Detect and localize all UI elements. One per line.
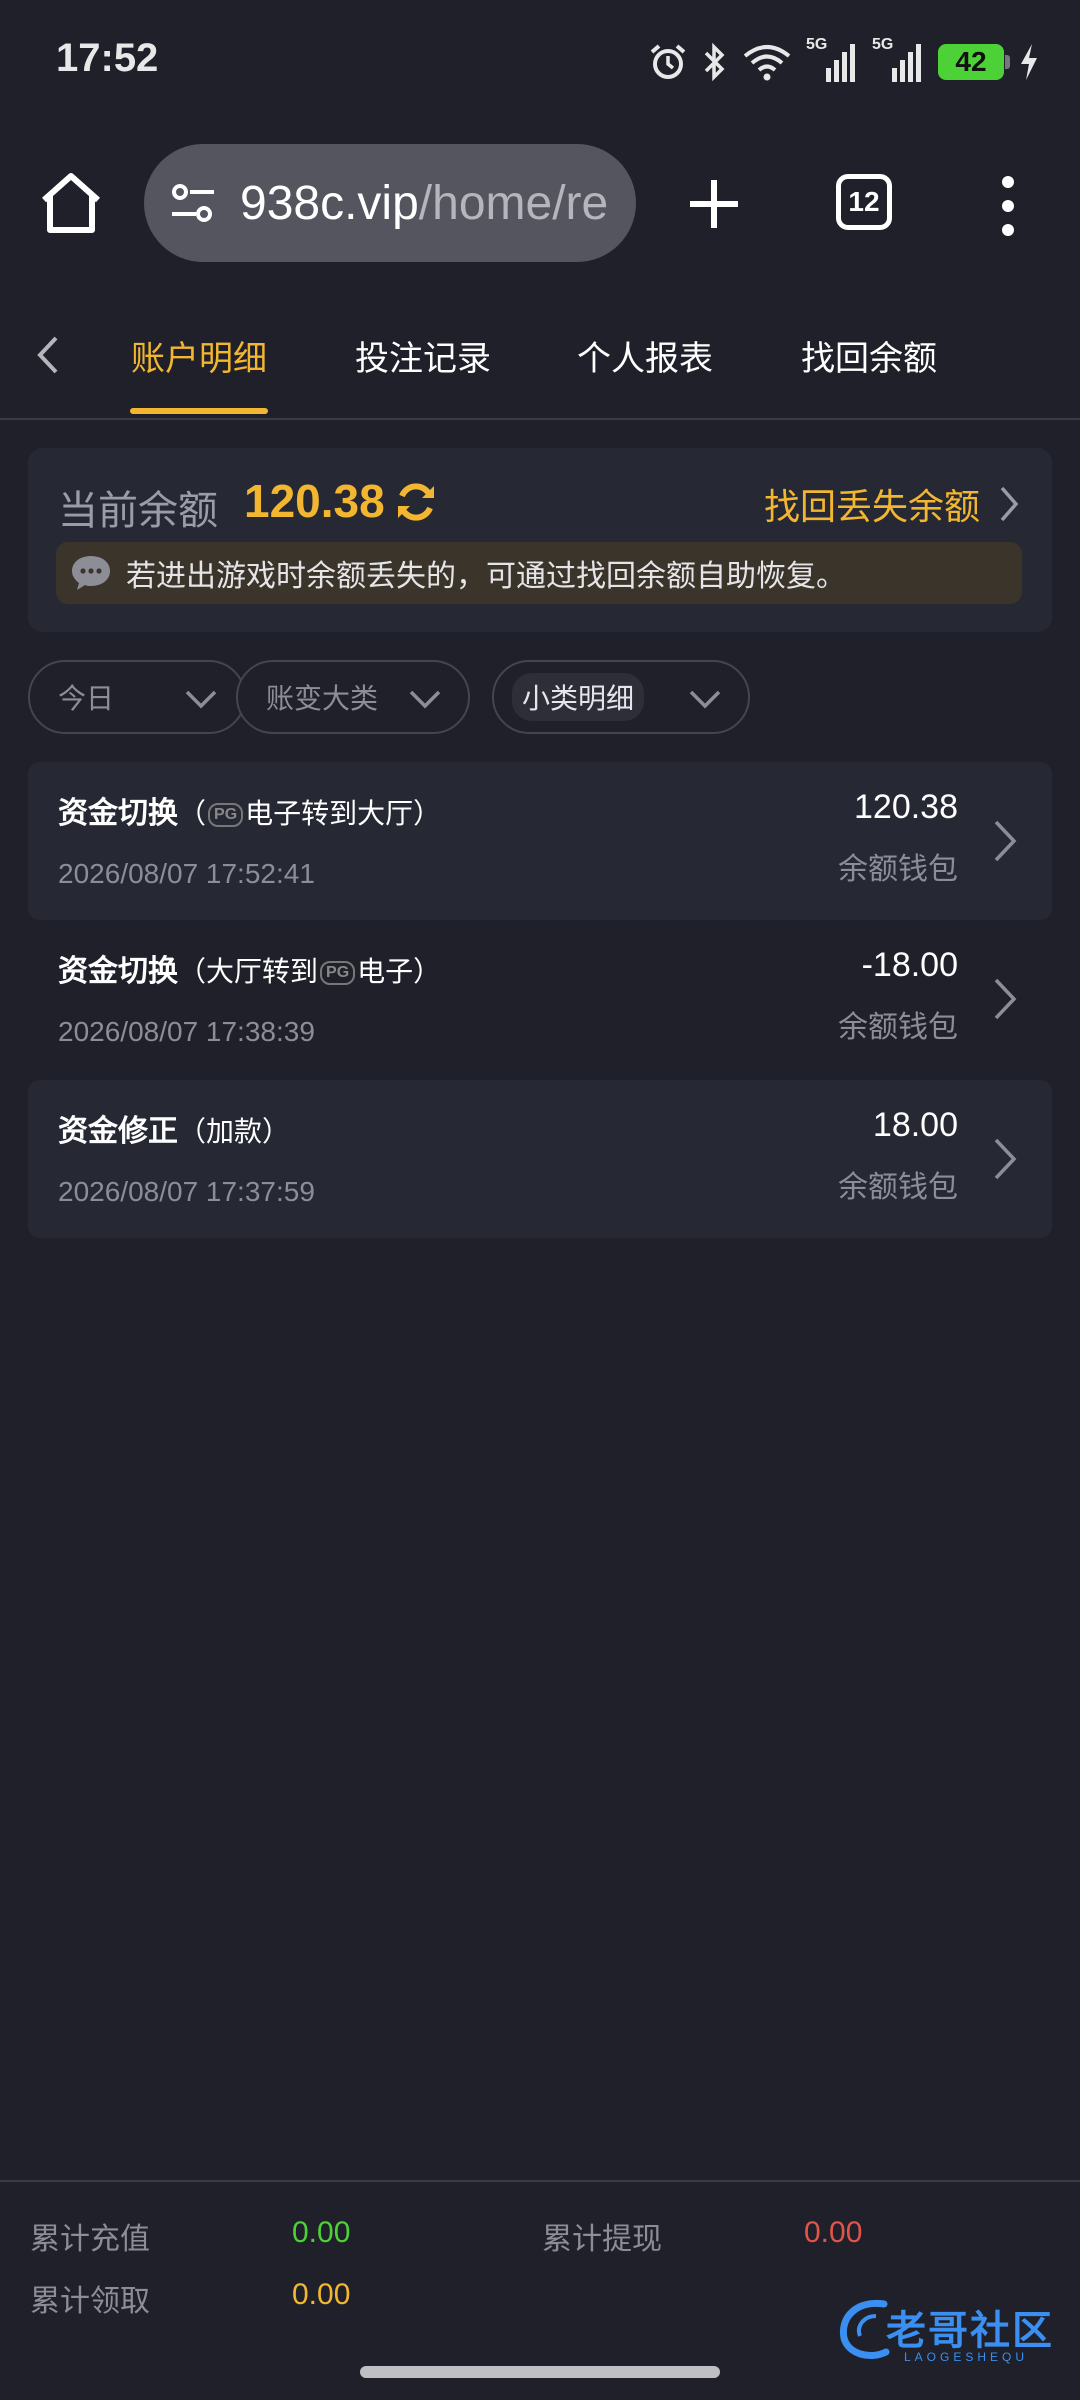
notice-text: 若进出游戏时余额丢失的，可通过找回余额自助恢复。 [126,559,846,594]
filter-label: 今日 [58,682,115,715]
home-icon[interactable] [38,170,104,236]
chevron-right-icon [994,820,1017,862]
record-wallet: 余额钱包 [838,1170,958,1205]
signal-bars-icon [826,44,855,82]
total-withdraw-value: 0.00 [804,2216,863,2249]
battery-level: 42 [955,46,987,77]
watermark-logo: 老哥社区 LAOGESHEQU [836,2296,1066,2372]
chevron-down-icon [689,690,721,709]
recover-lost-balance-link[interactable]: 找回丢失余额 [764,478,1020,530]
status-time: 17:52 [56,36,159,80]
filter-category-dropdown[interactable]: 账变大类 [236,660,470,734]
tab-navigation: 账户明细 投注记录 个人报表 找回余额 [0,290,1080,420]
new-tab-icon[interactable] [686,176,742,232]
tab-label: 个人报表 [577,338,713,379]
pg-logo: PG [208,803,244,827]
record-amount: -18.00 [861,946,958,984]
record-wallet: 余额钱包 [838,852,958,887]
filter-subcategory-dropdown[interactable]: 小类明细 [492,660,750,734]
battery-indicator: 42 [938,44,1010,80]
balance-value: 120.38 [244,475,385,527]
signal-bars-icon [892,44,921,82]
site-settings-icon[interactable] [168,178,218,228]
bluetooth-icon [704,42,725,82]
record-row[interactable]: 资金切换（大厅转到 PG 电子） 2026/08/07 17:38:39 -18.0… [28,920,1052,1078]
tab-label: 账户明细 [131,338,267,379]
url-domain: 938c.vip [240,176,419,230]
chevron-right-icon [994,978,1017,1020]
watermark-text: 老哥社区 [886,2308,1054,2354]
record-row[interactable]: 资金修正（加款） 2026/08/07 17:37:59 18.00 余额钱包 [28,1080,1052,1238]
chevron-down-icon [409,690,441,709]
record-time: 2026/08/07 17:52:41 [58,858,315,889]
record-type: 资金修正 [58,1114,178,1149]
more-options-icon[interactable] [996,174,1020,238]
browser-toolbar: 938c.vip/home/re 12 [0,120,1080,290]
chevron-right-icon [1000,486,1019,522]
tab-personal-report[interactable]: 个人报表 [576,290,714,420]
notice-banner: 若进出游戏时余额丢失的，可通过找回余额自助恢复。 [56,542,1022,604]
record-detail: （大厅转到 PG 电子） [178,955,442,988]
tab-label: 投注记录 [355,338,491,379]
tab-recover-balance[interactable]: 找回余额 [800,290,938,420]
url-text: 938c.vip/home/re [240,176,608,231]
record-amount: 120.38 [854,788,958,826]
cell-signal-1: 5G [806,36,858,84]
url-path: /home/re [418,176,609,230]
total-claim-label: 累计领取 [30,2284,150,2319]
record-amount: 18.00 [872,1106,958,1144]
total-deposit-label: 累计充值 [30,2222,150,2257]
record-detail: （PG 电子转到大厅） [178,797,442,830]
chevron-right-icon [994,1138,1017,1180]
record-type: 资金切换 [58,796,178,831]
watermark-subtext: LAOGESHEQU [904,2350,1029,2364]
tab-account-details[interactable]: 账户明细 [130,290,268,420]
charging-icon [1021,44,1037,80]
record-type: 资金切换 [58,954,178,989]
record-title: 资金切换（大厅转到 PG 电子） [58,946,441,990]
message-bubble-icon [72,556,110,590]
record-title: 资金切换（ PG 电子转到大厅） [58,788,441,832]
record-row[interactable]: 资金切换（ PG 电子转到大厅） 2026/08/07 17:52:41 120.3… [28,762,1052,920]
record-detail: （加款） [178,1115,291,1148]
total-deposit-value: 0.00 [292,2216,351,2249]
tab-bet-records[interactable]: 投注记录 [354,290,492,420]
alarm-icon [650,44,686,79]
total-withdraw-label: 累计提现 [542,2222,662,2257]
home-indicator[interactable] [360,2366,720,2378]
balance-label: 当前余额 [58,488,218,534]
wifi-icon [743,45,791,81]
tab-count: 12 [848,186,880,217]
total-claim-value: 0.00 [292,2278,351,2311]
record-title: 资金修正（加款） [58,1106,290,1150]
filter-label: 小类明细 [512,673,645,721]
recover-label: 找回丢失余额 [763,487,980,528]
record-wallet: 余额钱包 [838,1010,958,1045]
pg-logo: PG [320,961,356,985]
record-time: 2026/08/07 17:37:59 [58,1176,315,1207]
filter-date-dropdown[interactable]: 今日 [28,660,246,734]
cell-signal-2: 5G [872,36,924,84]
balance-card: 当前余额 120.38 找回丢失余额 若进出游戏时余额丢失的，可通过找回余额自助… [28,448,1052,632]
back-chevron-icon[interactable] [30,332,64,378]
chevron-down-icon [185,690,217,709]
url-bar[interactable]: 938c.vip/home/re [144,144,636,262]
record-time: 2026/08/07 17:38:39 [58,1016,315,1047]
tab-label: 找回余额 [801,338,937,379]
status-bar: 17:52 5G 5G 42 [0,0,1080,120]
filter-label: 账变大类 [266,682,379,715]
status-icons: 5G 5G 42 [648,36,1040,86]
refresh-icon[interactable] [392,478,440,526]
tab-switcher-button[interactable]: 12 [836,174,892,230]
